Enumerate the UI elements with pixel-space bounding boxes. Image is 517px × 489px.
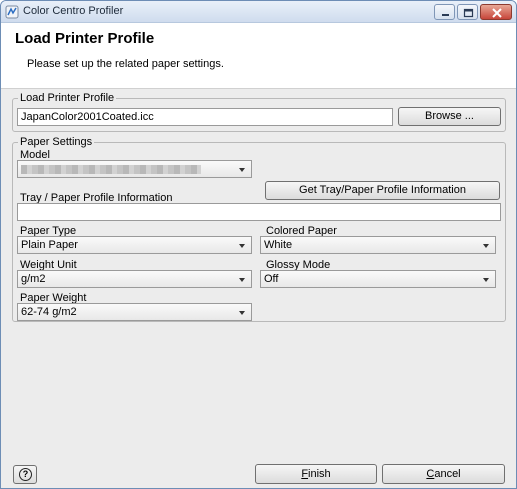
maximize-icon — [463, 8, 474, 18]
minimize-button[interactable] — [434, 4, 455, 20]
finish-label-rest: inish — [308, 468, 331, 480]
title-bar[interactable]: Color Centro Profiler — [1, 1, 516, 23]
help-icon: ? — [19, 468, 32, 481]
app-icon — [5, 5, 19, 19]
colored-paper-value: White — [264, 239, 293, 251]
cancel-button[interactable]: Cancel — [382, 464, 505, 484]
paper-weight-value: 62-74 g/m2 — [21, 306, 77, 318]
profile-file-field[interactable]: JapanColor2001Coated.icc — [17, 108, 393, 126]
colored-paper-select[interactable]: White — [260, 236, 496, 254]
cancel-label-rest: ancel — [434, 468, 461, 480]
chevron-down-icon — [239, 311, 245, 315]
glossy-mode-select[interactable]: Off — [260, 270, 496, 288]
finish-mnemonic: F — [301, 468, 309, 480]
cancel-button-label: Cancel — [426, 465, 460, 483]
browse-button-label: Browse ... — [425, 110, 474, 122]
cancel-mnemonic: C — [426, 468, 435, 480]
weight-unit-select[interactable]: g/m2 — [17, 270, 252, 288]
load-printer-profile-legend: Load Printer Profile — [18, 92, 117, 104]
dialog-content: Load Printer Profile JapanColor2001Coate… — [1, 89, 516, 488]
model-select[interactable] — [17, 160, 252, 178]
paper-type-select[interactable]: Plain Paper — [17, 236, 252, 254]
finish-button-label: Finish — [301, 465, 330, 483]
glossy-mode-value: Off — [264, 273, 279, 285]
get-tray-info-label: Get Tray/Paper Profile Information — [299, 184, 466, 196]
tray-info-field[interactable] — [17, 203, 501, 221]
paper-type-value: Plain Paper — [21, 239, 78, 251]
minimize-icon — [442, 14, 449, 16]
help-button[interactable]: ? — [13, 465, 37, 484]
weight-unit-value: g/m2 — [21, 273, 46, 285]
chevron-down-icon — [483, 278, 489, 282]
get-tray-info-button[interactable]: Get Tray/Paper Profile Information — [265, 181, 500, 200]
finish-button[interactable]: Finish — [255, 464, 377, 484]
chevron-down-icon — [239, 278, 245, 282]
chevron-down-icon — [483, 244, 489, 248]
close-button[interactable] — [480, 4, 512, 20]
paper-settings-legend: Paper Settings — [18, 136, 95, 148]
chevron-down-icon — [239, 244, 245, 248]
chevron-down-icon — [239, 168, 245, 172]
window-title: Color Centro Profiler — [23, 5, 124, 17]
page-header: Load Printer Profile Please set up the r… — [1, 23, 516, 89]
model-value-redacted — [21, 165, 201, 174]
profiler-window: Color Centro Profiler Load Printer Profi… — [0, 0, 517, 489]
maximize-button[interactable] — [457, 4, 478, 20]
page-subtitle: Please set up the related paper settings… — [27, 58, 224, 70]
page-title: Load Printer Profile — [15, 30, 155, 47]
close-icon — [492, 8, 502, 18]
paper-weight-select[interactable]: 62-74 g/m2 — [17, 303, 252, 321]
browse-button[interactable]: Browse ... — [398, 107, 501, 126]
